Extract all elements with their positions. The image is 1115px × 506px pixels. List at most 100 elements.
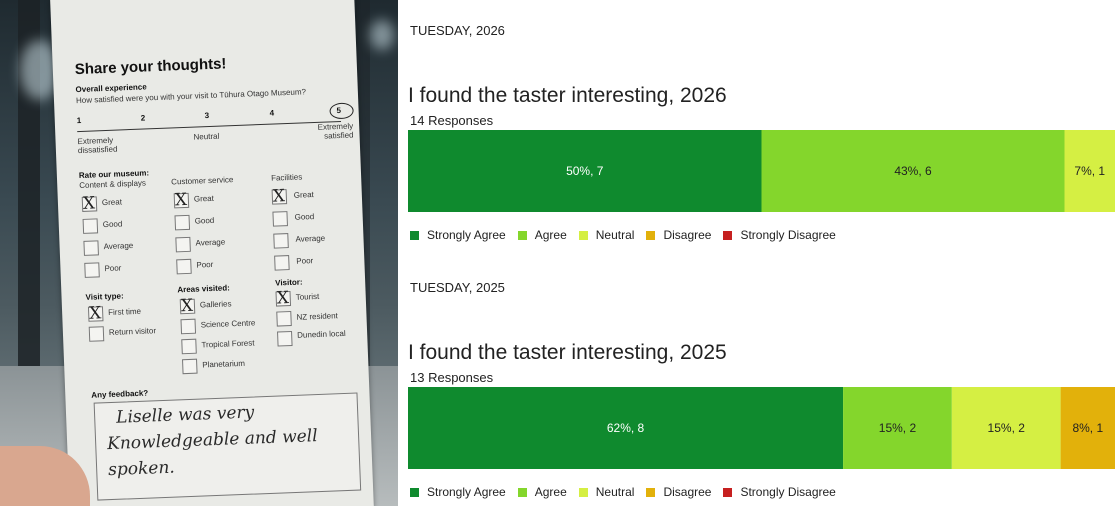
option-label: Poor: [296, 256, 314, 266]
selected-rating-circle: [329, 102, 354, 120]
service-good-checkbox[interactable]: [174, 214, 191, 231]
content-poor-checkbox[interactable]: [84, 262, 100, 278]
facilities-average-checkbox[interactable]: [273, 233, 289, 249]
legend-swatch: [410, 230, 419, 240]
feedback-card: Share your thoughts! Overall experience …: [50, 0, 374, 506]
data-label-agree: 43%, 6: [894, 164, 932, 178]
option-label: Science Centre: [200, 318, 256, 330]
legend-item-agree: Agree: [517, 485, 567, 499]
overall-heading: Overall experience: [75, 82, 147, 95]
visitor-heading: Visitor:: [274, 277, 303, 288]
legend-swatch: [410, 487, 419, 497]
content-heading: Content & displays: [79, 178, 147, 191]
facilities-great-checkbox[interactable]: [271, 189, 288, 205]
card-title: Share your thoughts!: [74, 55, 227, 79]
facilities-heading: Facilities: [270, 172, 303, 183]
facilities-good-checkbox[interactable]: [272, 211, 288, 227]
option-label: Planetarium: [202, 358, 246, 370]
legend-swatch: [517, 230, 527, 240]
legend-label: Neutral: [595, 485, 635, 499]
scale-mid-label: Neutral: [193, 131, 220, 142]
scale-number-1: 1: [76, 115, 82, 126]
option-label: Great: [293, 190, 314, 200]
data-label-strongly-agree: 62%, 8: [607, 421, 645, 435]
legend-item-agree: Agree: [517, 228, 567, 242]
option-label: Good: [194, 215, 215, 226]
option-label: Average: [195, 237, 226, 248]
option-label: Galleries: [199, 299, 232, 310]
ceiling-light: [370, 20, 394, 50]
chart-legend: Strongly Agree Agree Neutral Disagree Strong…: [410, 485, 848, 499]
legend-swatch: [646, 487, 656, 497]
survey-report: TUESDAY, 2026 I found the taster interes…: [398, 0, 1115, 506]
option-label: Poor: [104, 263, 122, 274]
legend-item-strongly-agree: Strongly Agree: [410, 228, 506, 242]
legend-item-neutral: Neutral: [578, 485, 635, 499]
legend-swatch: [723, 230, 733, 240]
legend-item-disagree: Disagree: [646, 228, 711, 242]
chart-title: I found the taster interesting, 2026: [408, 84, 727, 107]
first-time-checkbox[interactable]: [87, 306, 104, 322]
service-heading: Customer service: [171, 175, 234, 187]
option-label: Dunedin local: [297, 328, 346, 340]
legend-label: Agree: [534, 485, 567, 499]
chart-title: I found the taster interesting, 2025: [408, 341, 727, 364]
scale-number-3: 3: [204, 111, 210, 121]
galleries-checkbox[interactable]: [179, 298, 196, 315]
legend-label: Disagree: [663, 485, 712, 499]
response-count: 13 Responses: [410, 370, 494, 385]
content-average-checkbox[interactable]: [83, 240, 99, 256]
content-good-checkbox[interactable]: [82, 218, 99, 234]
data-label-neutral: 15%, 2: [988, 421, 1026, 435]
service-great-checkbox[interactable]: [173, 192, 190, 209]
option-label: First time: [107, 306, 142, 318]
option-label: Good: [102, 219, 123, 230]
legend-swatch: [578, 487, 588, 497]
option-label: Tourist: [295, 291, 320, 302]
stacked-bar-chart: 50%, 7 43%, 6 7%, 1: [408, 130, 1115, 212]
dunedin-local-checkbox[interactable]: [277, 330, 293, 347]
return-visitor-checkbox[interactable]: [88, 326, 105, 342]
areas-heading: Areas visited:: [177, 283, 230, 295]
option-label: Average: [295, 233, 326, 244]
feedback-heading: Any feedback?: [91, 388, 149, 400]
planetarium-checkbox[interactable]: [182, 358, 198, 375]
data-label-disagree: 8%, 1: [1072, 421, 1103, 435]
legend-swatch: [646, 230, 656, 240]
facilities-poor-checkbox[interactable]: [274, 255, 290, 271]
data-label-strongly-agree: 50%, 7: [566, 164, 604, 178]
legend-label: Strongly Agree: [427, 228, 506, 242]
science-centre-checkbox[interactable]: [180, 318, 197, 335]
legend-swatch: [578, 230, 588, 240]
service-average-checkbox[interactable]: [175, 236, 191, 253]
chart-legend: Strongly Agree Agree Neutral Disagree Strong…: [410, 228, 848, 242]
scale-left-label: Extremely dissatisfied: [77, 135, 118, 156]
tourist-checkbox[interactable]: [275, 291, 292, 307]
legend-label: Disagree: [663, 228, 712, 242]
option-label: Great: [193, 193, 215, 204]
legend-item-disagree: Disagree: [646, 485, 711, 499]
scale-number-2: 2: [140, 113, 146, 123]
scale-right-label: Extremely satisfied: [317, 121, 354, 141]
data-label-neutral: 7%, 1: [1074, 164, 1105, 178]
visit-type-heading: Visit type:: [85, 291, 124, 302]
legend-item-strongly-agree: Strongly Agree: [410, 485, 506, 499]
legend-swatch: [723, 487, 733, 497]
tropical-forest-checkbox[interactable]: [181, 338, 197, 355]
service-poor-checkbox[interactable]: [176, 258, 192, 275]
legend-item-neutral: Neutral: [578, 228, 634, 242]
option-label: Tropical Forest: [201, 338, 255, 350]
scale-arrow: [77, 120, 342, 133]
legend-label: Strongly Disagree: [740, 228, 836, 242]
legend-swatch: [517, 487, 527, 497]
handwritten-line: spoken.: [107, 457, 176, 481]
nz-resident-checkbox[interactable]: [276, 310, 292, 327]
legend-item-strongly-disagree: Strongly Disagree: [723, 485, 836, 499]
content-great-checkbox[interactable]: [81, 196, 98, 212]
legend-label: Agree: [534, 228, 567, 242]
option-label: NZ resident: [296, 311, 338, 322]
stacked-bar-chart: 62%, 8 15%, 2 15%, 2 8%, 1: [408, 387, 1115, 469]
date-heading: TUESDAY, 2026: [410, 23, 505, 38]
response-count: 14 Responses: [410, 113, 494, 128]
data-label-agree: 15%, 2: [879, 421, 917, 435]
